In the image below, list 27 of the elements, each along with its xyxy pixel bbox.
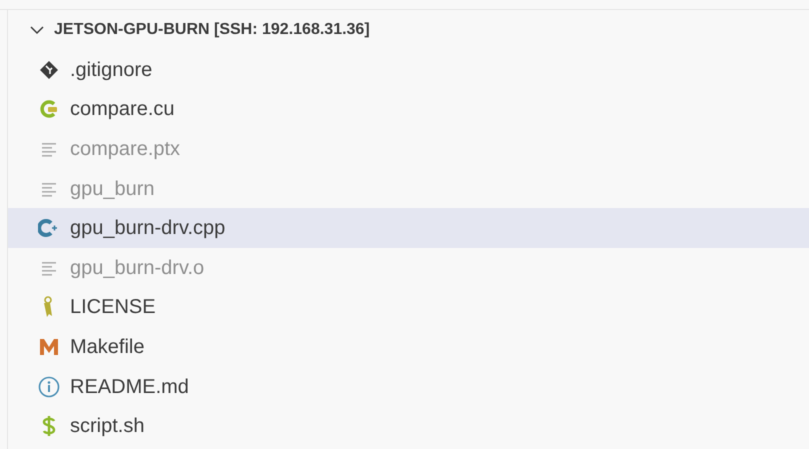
text-lines-icon (41, 140, 57, 157)
file-row[interactable]: compare.cu (8, 90, 809, 130)
file-row[interactable]: script.sh (8, 406, 809, 446)
folder-header[interactable]: JETSON-GPU-BURN [SSH: 192.168.31.36] (8, 10, 809, 50)
file-name: Makefile (70, 334, 144, 360)
file-name: gpu_burn (70, 176, 155, 202)
file-name: .gitignore (70, 58, 152, 83)
file-name: LICENSE (70, 295, 156, 320)
file-name: compare.ptx (70, 136, 180, 162)
file-row[interactable]: gpu_burn-drv.cpp (8, 208, 809, 248)
file-name: script.sh (70, 414, 144, 440)
file-name: gpu_burn-drv.o (70, 256, 204, 281)
file-row[interactable]: LICENSE (8, 288, 809, 328)
diamond-icon (39, 60, 59, 80)
file-name: README.md (70, 374, 189, 400)
file-row[interactable]: Makefile (8, 327, 809, 367)
file-row[interactable]: README.md (8, 366, 809, 406)
text-lines-icon (41, 260, 57, 276)
letter-m-icon (39, 338, 59, 356)
cpp-icon (38, 218, 60, 238)
text-lines-icon (41, 180, 57, 197)
file-name: gpu_burn-drv.cpp (70, 216, 226, 242)
folder-title: JETSON-GPU-BURN [SSH: 192.168.31.36] (54, 20, 370, 40)
info-icon (38, 376, 60, 398)
dollar-icon (42, 415, 56, 438)
file-name: compare.cu (70, 97, 174, 122)
file-row[interactable]: .gitignore (8, 50, 809, 90)
